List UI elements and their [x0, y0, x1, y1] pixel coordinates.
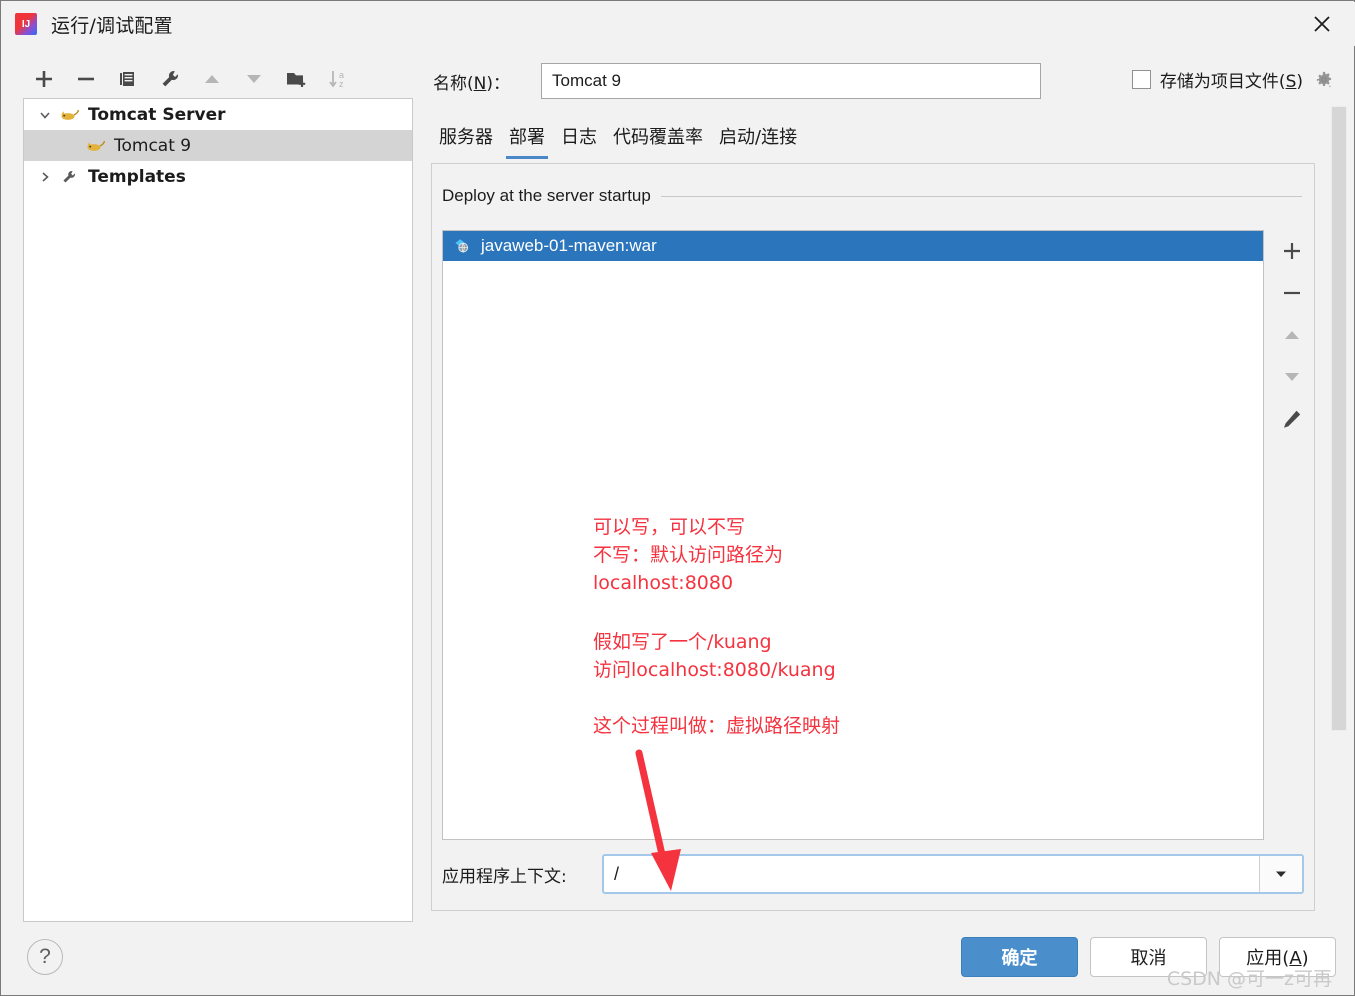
application-context-row: 应用程序上下文: [442, 854, 1304, 894]
wrench-icon [58, 167, 80, 187]
deploy-section-header: Deploy at the server startup [442, 186, 1302, 206]
apply-button[interactable]: 应用(A) [1219, 937, 1336, 977]
store-as-project-file-label: 存储为项目文件(S) [1159, 72, 1303, 92]
tomcat-cat-icon [84, 136, 106, 156]
chevron-down-icon[interactable] [1259, 856, 1302, 892]
name-field-label: 名称(N)： [433, 73, 510, 94]
intellij-idea-icon [15, 13, 37, 35]
close-icon[interactable] [1290, 2, 1354, 46]
configurations-toolbar: a z [23, 59, 413, 99]
deployment-tab-panel: Deploy at the server startup javaweb-01-… [431, 163, 1315, 911]
chevron-down-icon[interactable] [32, 108, 58, 122]
tree-item-tomcat-server[interactable]: Tomcat Server [24, 99, 412, 130]
tree-item-templates[interactable]: Templates [24, 161, 412, 192]
chevron-right-icon[interactable] [32, 170, 58, 184]
svg-text:z: z [339, 79, 344, 89]
application-context-input[interactable] [604, 856, 1259, 892]
section-divider [660, 195, 1302, 197]
application-context-combobox[interactable] [602, 854, 1304, 894]
add-configuration-button[interactable] [23, 61, 65, 97]
gear-dropdown-icon[interactable] [1312, 68, 1336, 92]
artifact-war-icon [453, 237, 473, 255]
tree-item-label: Tomcat Server [88, 104, 226, 125]
move-artifact-down-button[interactable] [1270, 356, 1314, 398]
store-as-project-file-checkbox[interactable] [1131, 70, 1151, 89]
tree-item-label: Tomcat 9 [114, 135, 192, 156]
copy-configuration-button[interactable] [107, 61, 149, 97]
configuration-tabs: 服务器 部署 日志 代码覆盖率 启动/连接 [431, 123, 805, 159]
tab-logs[interactable]: 日志 [553, 123, 605, 159]
dialog-button-row: 确定 取消 应用(A) [961, 937, 1336, 977]
list-item-label: javaweb-01-maven:war [481, 236, 657, 255]
tab-server[interactable]: 服务器 [431, 123, 501, 159]
edit-artifact-pencil-icon[interactable] [1270, 398, 1314, 440]
remove-configuration-button[interactable] [65, 61, 107, 97]
move-down-button[interactable] [233, 61, 275, 97]
new-folder-button[interactable] [275, 61, 317, 97]
dialog-window-frame: 运行/调试配置 [0, 0, 1355, 996]
sort-alphabetically-button[interactable]: a z [317, 61, 359, 97]
add-artifact-button[interactable] [1270, 230, 1314, 272]
help-button[interactable]: ? [27, 939, 63, 975]
dialog-scrollbar-thumb[interactable] [1331, 106, 1347, 731]
name-field-row: 名称(N)： [433, 63, 1041, 99]
move-up-button[interactable] [191, 61, 233, 97]
move-artifact-up-button[interactable] [1270, 314, 1314, 356]
dialog-titlebar: 运行/调试配置 [2, 2, 1355, 46]
deploy-section-title: Deploy at the server startup [442, 186, 651, 205]
configurations-tree: Tomcat Server Tomcat 9 Templates [23, 98, 413, 922]
artifact-list-toolbar [1270, 230, 1314, 440]
tree-item-tomcat-9[interactable]: Tomcat 9 [24, 130, 412, 161]
name-input[interactable] [541, 63, 1041, 99]
tab-deployment[interactable]: 部署 [501, 123, 553, 159]
remove-artifact-button[interactable] [1270, 272, 1314, 314]
cancel-button[interactable]: 取消 [1090, 937, 1207, 977]
deployment-artifacts-list[interactable]: javaweb-01-maven:war [442, 230, 1264, 840]
ok-button[interactable]: 确定 [961, 937, 1078, 977]
store-as-project-file-row: 存储为项目文件(S) [1131, 67, 1336, 92]
tomcat-cat-icon [58, 105, 80, 125]
edit-templates-wrench-button[interactable] [149, 61, 191, 97]
run-debug-configurations-dialog: 运行/调试配置 [0, 0, 1355, 996]
tab-startup-connection[interactable]: 启动/连接 [711, 123, 805, 159]
application-context-label: 应用程序上下文: [442, 866, 567, 887]
tree-item-label: Templates [88, 166, 186, 187]
dialog-title: 运行/调试配置 [51, 14, 173, 37]
list-item[interactable]: javaweb-01-maven:war [443, 231, 1263, 261]
tab-code-coverage[interactable]: 代码覆盖率 [605, 123, 711, 159]
